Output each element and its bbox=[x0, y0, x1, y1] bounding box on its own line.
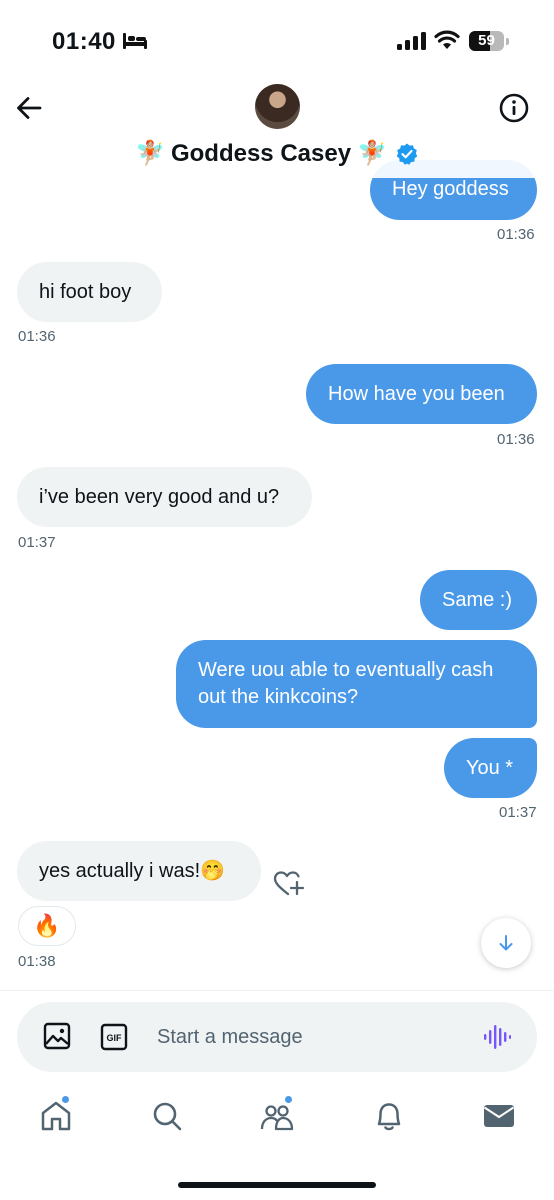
home-notification-dot bbox=[61, 1095, 70, 1104]
search-icon[interactable] bbox=[149, 1098, 185, 1134]
avatar[interactable] bbox=[255, 84, 300, 129]
scroll-down-button[interactable] bbox=[481, 918, 531, 968]
message-bubble[interactable]: Same :) bbox=[420, 570, 537, 630]
mail-icon[interactable] bbox=[481, 1098, 517, 1134]
message-time: 01:36 bbox=[18, 328, 56, 345]
contact-name: Goddess Casey bbox=[170, 140, 352, 167]
message-bubble[interactable]: Were uou able to eventually cash out the… bbox=[176, 640, 537, 728]
gif-icon[interactable]: GIF bbox=[100, 1023, 128, 1051]
message-bubble[interactable]: You * bbox=[444, 738, 537, 798]
message-composer[interactable]: GIF bbox=[17, 1002, 537, 1072]
composer-divider bbox=[0, 990, 554, 991]
gif-label: GIF bbox=[107, 1033, 123, 1043]
heart-plus-icon[interactable] bbox=[273, 870, 305, 898]
fairy-emoji: 🧚🏼 bbox=[357, 140, 387, 167]
image-icon[interactable] bbox=[43, 1022, 71, 1050]
conversation-header: 🧚🏼 Goddess Casey 🧚🏼 bbox=[0, 80, 554, 178]
message-time: 01:36 bbox=[497, 226, 535, 243]
verified-badge-icon bbox=[396, 143, 418, 165]
message-bubble[interactable]: How have you been bbox=[306, 364, 537, 424]
fairy-emoji: 🧚🏼 bbox=[135, 140, 165, 167]
message-time: 01:38 bbox=[18, 953, 56, 970]
info-icon[interactable] bbox=[498, 92, 530, 124]
message-bubble[interactable]: yes actually i was!🤭 bbox=[17, 841, 261, 901]
message-bubble[interactable]: hi foot boy bbox=[17, 262, 162, 322]
bell-icon[interactable] bbox=[371, 1098, 407, 1134]
message-time: 01:37 bbox=[499, 804, 537, 821]
communities-notification-dot bbox=[284, 1095, 293, 1104]
message-time: 01:37 bbox=[18, 534, 56, 551]
home-icon[interactable] bbox=[38, 1098, 74, 1134]
arrow-down-icon bbox=[499, 935, 513, 951]
back-arrow-icon[interactable] bbox=[14, 92, 46, 124]
message-input[interactable] bbox=[157, 1002, 457, 1072]
message-time: 01:36 bbox=[497, 431, 535, 448]
reaction-badge[interactable]: 🔥 bbox=[18, 906, 76, 946]
voice-icon[interactable] bbox=[483, 1023, 511, 1051]
contact-name-row[interactable]: 🧚🏼 Goddess Casey 🧚🏼 bbox=[0, 138, 554, 170]
message-bubble[interactable]: i’ve been very good and u? bbox=[17, 467, 312, 527]
home-indicator bbox=[178, 1182, 376, 1188]
